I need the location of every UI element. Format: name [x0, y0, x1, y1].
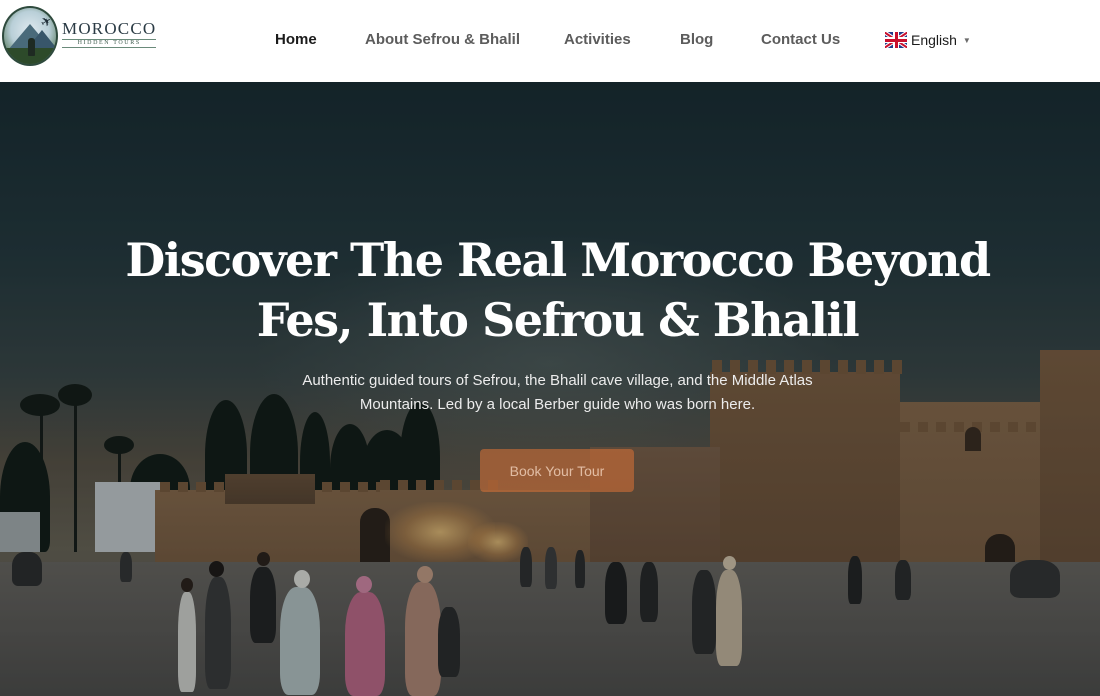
nav-item-blog[interactable]: Blog: [680, 31, 713, 49]
hero-subtitle-line-1: Authentic guided tours of Sefrou, the Bh…: [302, 372, 813, 389]
hero-title: Discover The Real Morocco Beyond Fes, In…: [110, 230, 1005, 350]
hero-subtitle: Authentic guided tours of Sefrou, the Bh…: [230, 369, 885, 417]
nav-item-contact[interactable]: Contact Us: [761, 31, 840, 49]
hero-title-line-1: Discover The Real Morocco Beyond: [125, 233, 991, 287]
language-label: English: [911, 32, 957, 48]
hero-subtitle-line-2: Mountains. Led by a local Berber guide w…: [359, 396, 756, 413]
hero-content: Discover The Real Morocco Beyond Fes, In…: [0, 82, 1100, 696]
nav-item-about[interactable]: About Sefrou & Bhalil: [365, 31, 520, 49]
nav-item-activities[interactable]: Activities: [564, 31, 631, 49]
main-nav: Home About Sefrou & Bhalil Activities Bl…: [0, 0, 1100, 82]
hero-title-line-2: Fes, Into Sefrou & Bhalil: [256, 293, 860, 347]
hero-section: Discover The Real Morocco Beyond Fes, In…: [0, 82, 1100, 696]
site-header: ✈ MOROCCO HIDDEN TOURS Home About Sefrou…: [0, 0, 1100, 82]
nav-item-home[interactable]: Home: [275, 31, 317, 49]
caret-down-icon: ▼: [962, 35, 971, 45]
book-tour-button[interactable]: Book Your Tour: [480, 449, 634, 492]
language-switcher[interactable]: English ▼: [885, 32, 971, 48]
uk-flag-icon: [885, 32, 907, 48]
